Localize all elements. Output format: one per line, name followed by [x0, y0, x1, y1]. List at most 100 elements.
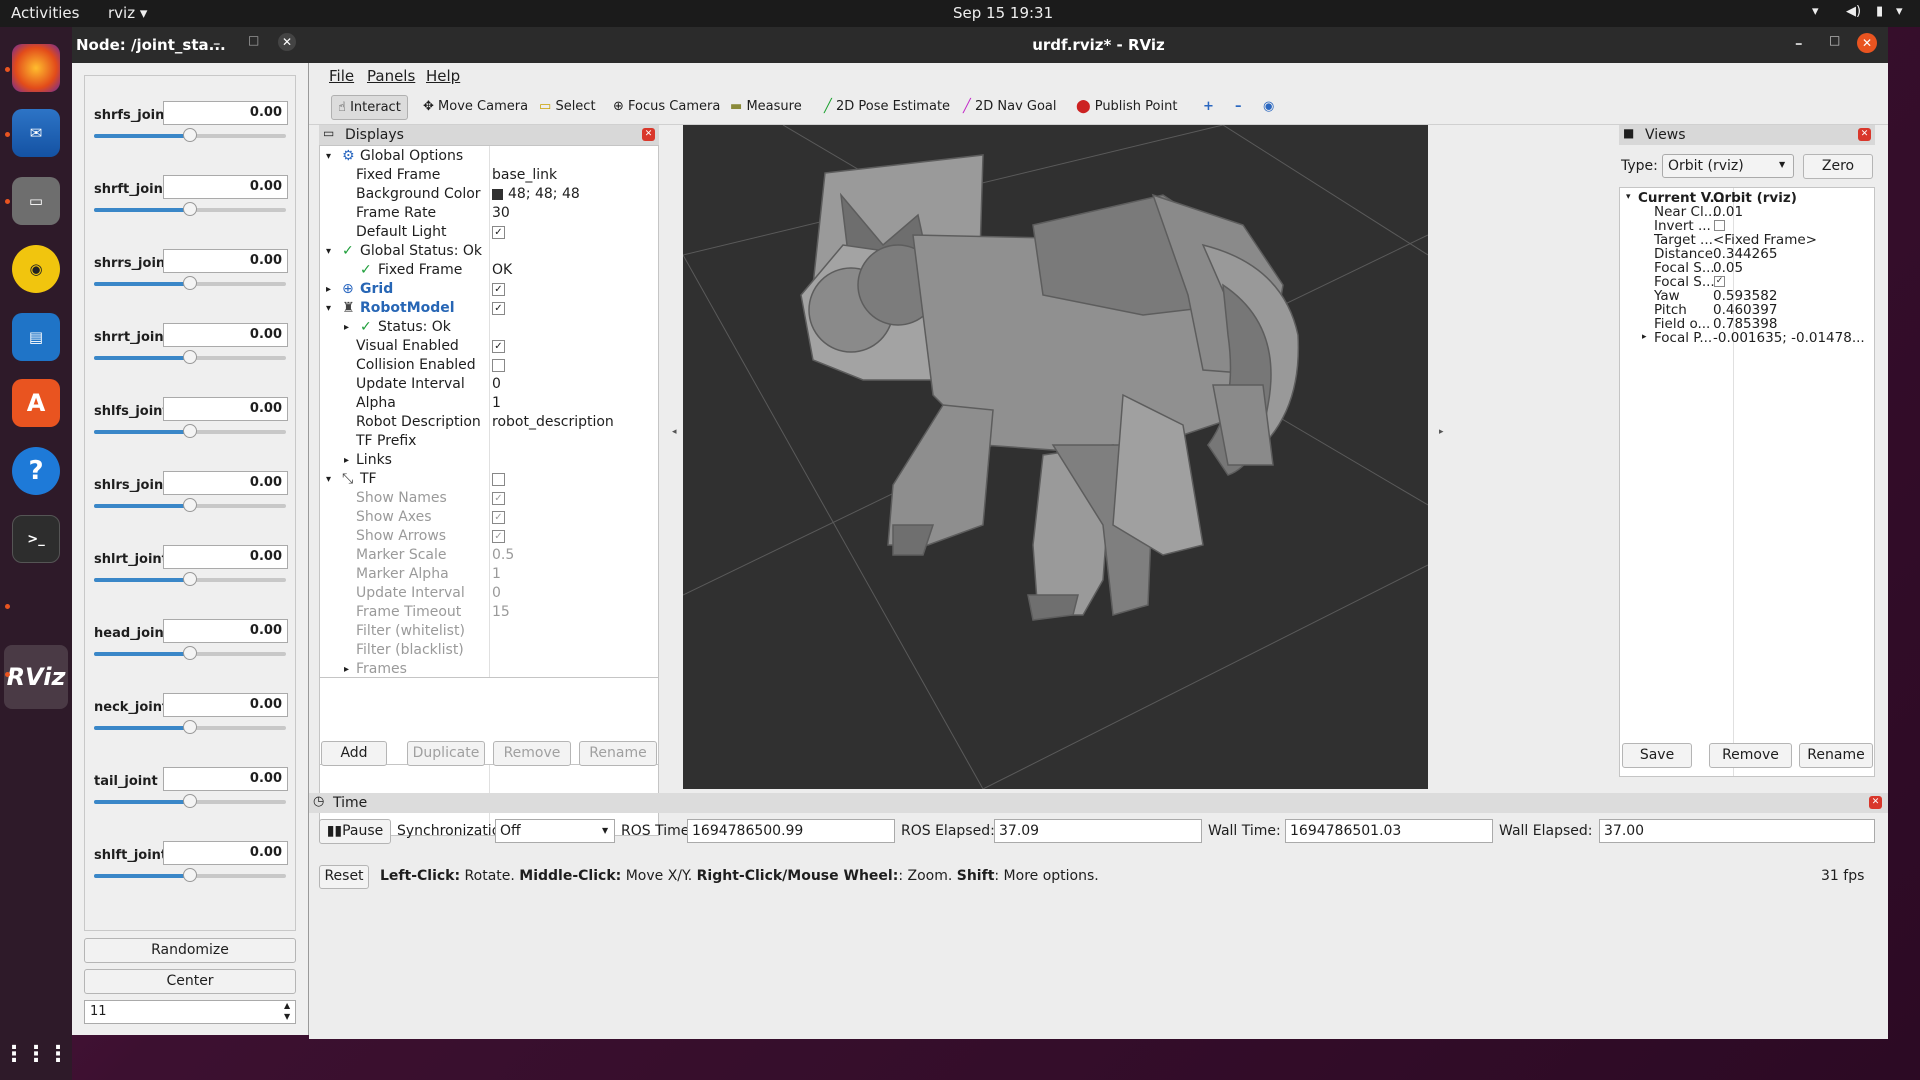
display-row[interactable]: Show Names ✓	[320, 490, 658, 509]
view-checkbox[interactable]: ✓	[1714, 276, 1725, 287]
joint-value-field[interactable]: 0.00	[163, 323, 288, 347]
display-row[interactable]: ▾ ✓ Global Status: Ok	[320, 243, 658, 262]
expanded-arrow-icon[interactable]: ▾	[326, 151, 331, 162]
zero-view-button[interactable]: Zero	[1803, 154, 1873, 179]
display-row[interactable]: Collision Enabled	[320, 357, 658, 376]
display-row[interactable]: Frame Timeout 15	[320, 604, 658, 623]
joint-slider-handle[interactable]	[183, 794, 197, 808]
activities-button[interactable]: Activities	[11, 4, 79, 22]
view-checkbox[interactable]	[1714, 220, 1725, 231]
wall-time-field[interactable]: 1694786501.03	[1285, 819, 1493, 843]
display-row[interactable]: Frame Rate 30	[320, 205, 658, 224]
wall-elapsed-field[interactable]: 37.00	[1599, 819, 1875, 843]
joint-slider[interactable]	[94, 350, 286, 364]
collapse-left-handle[interactable]: ◂	[672, 427, 677, 437]
software-icon[interactable]: A	[12, 379, 60, 427]
rviz-titlebar[interactable]: urdf.rviz* - RViz – □ ✕	[309, 27, 1888, 63]
display-row-value[interactable]: 15	[492, 604, 510, 620]
display-row[interactable]: Filter (whitelist)	[320, 623, 658, 642]
joint-value-field[interactable]: 0.00	[163, 397, 288, 421]
system-menu-icon[interactable]: ▾	[1896, 4, 1903, 19]
joint-slider-handle[interactable]	[183, 128, 197, 142]
joint-value-field[interactable]: 0.00	[163, 693, 288, 717]
display-row[interactable]: Background Color 48; 48; 48	[320, 186, 658, 205]
menu-file[interactable]: File	[329, 67, 354, 85]
3d-scene[interactable]	[683, 125, 1428, 789]
close-icon[interactable]: ✕	[1857, 33, 1877, 53]
collapsed-arrow-icon[interactable]: ▸	[344, 322, 349, 333]
robot-model[interactable]	[800, 154, 1300, 621]
tool-focus-camera[interactable]: ⊕ Focus Camera	[607, 95, 726, 120]
joint-value-field[interactable]: 0.00	[163, 545, 288, 569]
terminal-icon[interactable]: >_	[12, 515, 60, 563]
view-property-row[interactable]: ▸ Focal P... -0.001635; -0.01478...	[1620, 330, 1874, 347]
visibility-checkbox[interactable]	[492, 359, 505, 372]
minimize-icon[interactable]: –	[213, 34, 221, 52]
battery-icon[interactable]: ▮	[1876, 4, 1883, 19]
display-row[interactable]: ▾ ⚙ Global Options	[320, 148, 658, 167]
joint-slider[interactable]	[94, 720, 286, 734]
joint-value-field[interactable]: 0.00	[163, 471, 288, 495]
display-row[interactable]: Show Axes ✓	[320, 509, 658, 528]
joint-value-field[interactable]: 0.00	[163, 249, 288, 273]
display-row[interactable]: Robot Description robot_description	[320, 414, 658, 433]
thunderbird-icon[interactable]: ✉	[12, 109, 60, 157]
joint-value-field[interactable]: 0.00	[163, 767, 288, 791]
ros-elapsed-field[interactable]: 37.09	[994, 819, 1202, 843]
display-row[interactable]: Alpha 1	[320, 395, 658, 414]
display-row-value[interactable]: 1	[492, 395, 501, 411]
joint-slider[interactable]	[94, 498, 286, 512]
joint-slider-handle[interactable]	[183, 276, 197, 290]
joint-slider[interactable]	[94, 646, 286, 660]
tool-properties-icon[interactable]: ◉	[1257, 95, 1280, 120]
visibility-checkbox[interactable]: ✓	[492, 530, 505, 543]
app-grid-icon[interactable]: ⋮⋮⋮	[3, 1030, 69, 1078]
display-row-value[interactable]: base_link	[492, 167, 557, 183]
spin-up-icon[interactable]: ▲	[284, 1001, 290, 1010]
sync-select[interactable]: Off ▼	[495, 819, 615, 843]
pause-button[interactable]: ▮▮Pause	[319, 819, 391, 844]
display-row-value[interactable]: robot_description	[492, 414, 614, 430]
expanded-arrow-icon[interactable]: ▾	[1626, 192, 1631, 202]
close-icon[interactable]: ✕	[1858, 128, 1871, 141]
spin-down-icon[interactable]: ▼	[284, 1012, 290, 1021]
display-row[interactable]: ▸ Links	[320, 452, 658, 471]
collapsed-arrow-icon[interactable]: ▸	[1642, 332, 1647, 342]
collapsed-arrow-icon[interactable]: ▸	[344, 455, 349, 466]
joint-slider[interactable]	[94, 128, 286, 142]
display-row[interactable]: Marker Alpha 1	[320, 566, 658, 585]
firefox-icon[interactable]	[12, 44, 60, 92]
reset-button[interactable]: Reset	[319, 865, 369, 889]
joint-slider-handle[interactable]	[183, 646, 197, 660]
volume-icon[interactable]: ◀)	[1846, 4, 1861, 19]
display-row[interactable]: Update Interval 0	[320, 376, 658, 395]
display-row[interactable]: Show Arrows ✓	[320, 528, 658, 547]
rviz-icon[interactable]: RViz	[4, 645, 68, 709]
display-row-value[interactable]: OK	[492, 262, 512, 278]
joint-window-titlebar[interactable]: Node: /joint_sta... – □ ✕	[72, 27, 309, 63]
joint-slider-handle[interactable]	[183, 202, 197, 216]
display-row[interactable]: ✓ Fixed Frame OK	[320, 262, 658, 281]
display-row-value[interactable]: 1	[492, 566, 501, 582]
joint-value-field[interactable]: 0.00	[163, 841, 288, 865]
joint-value-field[interactable]: 0.00	[163, 619, 288, 643]
visibility-checkbox[interactable]: ✓	[492, 283, 505, 296]
joint-slider[interactable]	[94, 424, 286, 438]
display-row-value[interactable]: 48; 48; 48	[508, 186, 580, 202]
display-row[interactable]: Filter (blacklist)	[320, 642, 658, 661]
display-row[interactable]: Marker Scale 0.5	[320, 547, 658, 566]
expanded-arrow-icon[interactable]: ▾	[326, 303, 331, 314]
joint-slider[interactable]	[94, 794, 286, 808]
tool-move-camera[interactable]: ✥ Move Camera	[417, 95, 534, 120]
remove-tool-icon[interactable]: –	[1229, 95, 1248, 120]
tool-measure[interactable]: ▬ Measure	[724, 95, 808, 120]
joint-slider[interactable]	[94, 868, 286, 882]
add-tool-icon[interactable]: +	[1197, 95, 1220, 120]
ros-time-field[interactable]: 1694786500.99	[687, 819, 895, 843]
save-view-button[interactable]: Save	[1622, 743, 1692, 768]
tool-interact[interactable]: ☝ Interact	[331, 95, 408, 120]
joint-slider[interactable]	[94, 276, 286, 290]
rhythmbox-icon[interactable]: ◉	[12, 245, 60, 293]
close-icon[interactable]: ✕	[642, 128, 655, 141]
maximize-icon[interactable]: □	[1829, 33, 1840, 47]
